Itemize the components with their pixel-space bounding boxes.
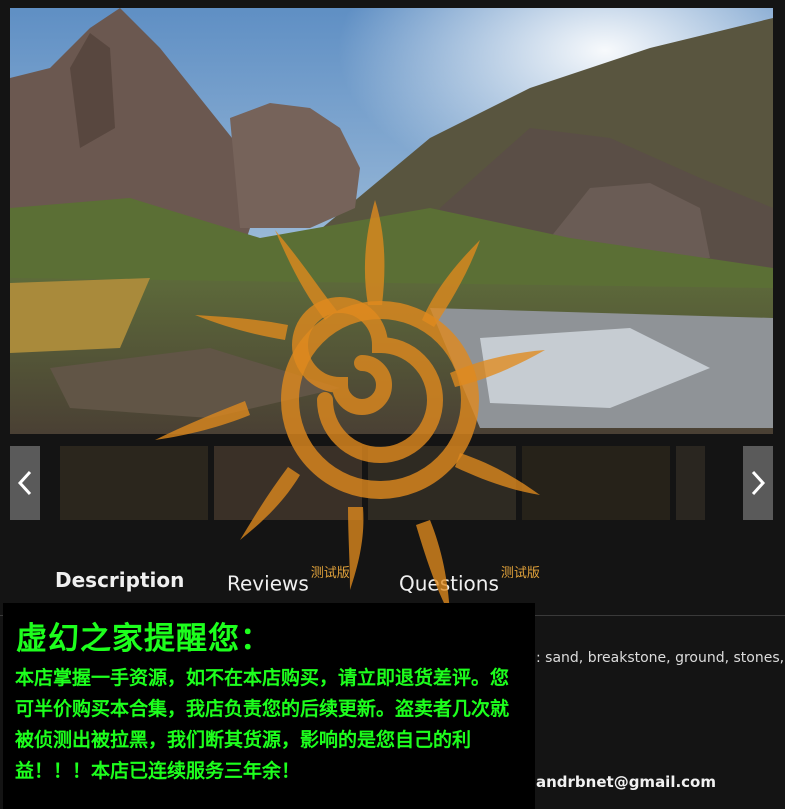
tab-reviews[interactable]: Reviews 测试版 <box>227 566 350 596</box>
tab-label: Questions <box>399 571 499 596</box>
product-tabs: Description Reviews 测试版 Questions 测试版 <box>0 560 785 600</box>
tab-description[interactable]: Description <box>55 568 184 592</box>
chevron-left-icon <box>17 470 32 496</box>
beta-badge: 测试版 <box>500 566 540 581</box>
notice-title: 虚幻之家提醒您： <box>16 621 272 657</box>
notice-body: 本店掌握一手资源，如不在本店购买，请立即退货差评。您可半价购买本合集，我店负责您… <box>15 667 510 782</box>
landscape-image <box>10 8 773 434</box>
contact-email[interactable]: andrbnet@gmail.com <box>536 773 716 791</box>
main-gallery-image[interactable] <box>10 8 773 434</box>
tab-label: Description <box>55 568 185 592</box>
carousel-next-button[interactable] <box>743 446 773 520</box>
thumbnail[interactable] <box>522 446 670 520</box>
notice-panel: 虚幻之家提醒您： 本店掌握一手资源，如不在本店购买，请立即退货差评。您可半价购买… <box>3 603 535 809</box>
thumbnail[interactable] <box>214 446 362 520</box>
beta-badge: 测试版 <box>310 566 350 581</box>
tab-label: Reviews <box>227 571 309 596</box>
thumbnail-carousel <box>10 446 773 520</box>
thumbnail[interactable] <box>60 446 208 520</box>
carousel-prev-button[interactable] <box>10 446 40 520</box>
tab-questions[interactable]: Questions 测试版 <box>399 566 540 596</box>
chevron-right-icon <box>751 470 766 496</box>
thumbnail[interactable] <box>368 446 516 520</box>
description-text: : sand, breakstone, ground, stones, gra <box>536 650 785 666</box>
thumbnail-strip <box>60 446 723 520</box>
thumbnail[interactable] <box>676 446 705 520</box>
